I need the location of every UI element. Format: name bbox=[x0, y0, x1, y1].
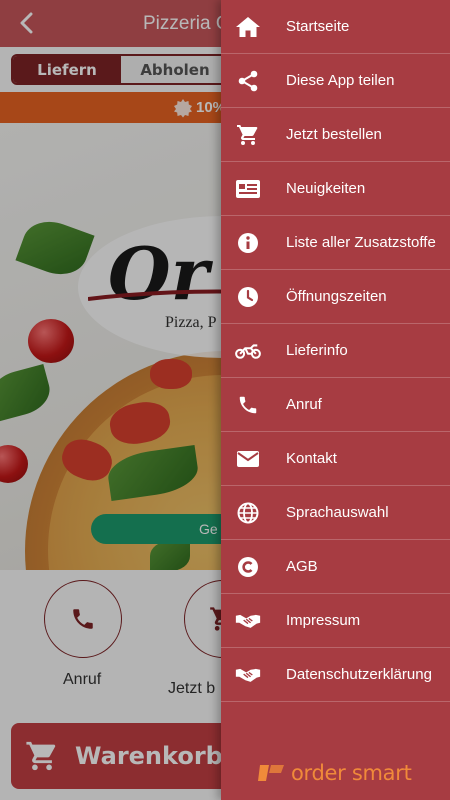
menu-item-additives[interactable]: Liste aller Zusatzstoffe bbox=[221, 216, 450, 270]
menu-item-label: Lieferinfo bbox=[286, 342, 348, 359]
handshake-icon bbox=[235, 609, 261, 633]
menu-item-privacy[interactable]: Datenschutzerklärung bbox=[221, 648, 450, 702]
menu-item-call[interactable]: Anruf bbox=[221, 378, 450, 432]
menu-item-label: AGB bbox=[286, 558, 318, 575]
handshake-icon bbox=[235, 663, 261, 687]
motorcycle-icon bbox=[235, 339, 261, 363]
globe-icon bbox=[235, 501, 261, 525]
menu-item-label: Jetzt bestellen bbox=[286, 126, 382, 143]
info-icon bbox=[235, 231, 261, 255]
menu-item-label: Impressum bbox=[286, 612, 361, 629]
order-smart-logo-icon bbox=[258, 765, 284, 781]
brand-name: order smart bbox=[291, 761, 412, 785]
menu-item-news[interactable]: Neuigkeiten bbox=[221, 162, 450, 216]
menu-item-label: Liste aller Zusatzstoffe bbox=[286, 234, 436, 251]
menu-item-imprint[interactable]: Impressum bbox=[221, 594, 450, 648]
menu-item-order[interactable]: Jetzt bestellen bbox=[221, 108, 450, 162]
menu-item-delivery-info[interactable]: Lieferinfo bbox=[221, 324, 450, 378]
menu-item-share[interactable]: Diese App teilen bbox=[221, 54, 450, 108]
menu-item-label: Datenschutzerklärung bbox=[286, 666, 432, 683]
menu-item-terms[interactable]: AGB bbox=[221, 540, 450, 594]
menu-item-label: Sprachauswahl bbox=[286, 504, 389, 521]
clock-icon bbox=[235, 285, 261, 309]
menu-item-label: Startseite bbox=[286, 18, 350, 35]
brand-footer: order smart bbox=[257, 758, 412, 788]
share-icon bbox=[235, 69, 261, 93]
navigation-drawer: Startseite Diese App teilen Jetzt bestel… bbox=[221, 0, 450, 800]
menu-item-language[interactable]: Sprachauswahl bbox=[221, 486, 450, 540]
envelope-icon bbox=[235, 447, 261, 471]
cart-icon bbox=[235, 123, 261, 147]
menu-item-label: Diese App teilen bbox=[286, 72, 395, 89]
phone-icon bbox=[235, 393, 261, 417]
menu-item-label: Kontakt bbox=[286, 450, 337, 467]
menu-item-contact[interactable]: Kontakt bbox=[221, 432, 450, 486]
menu-item-home[interactable]: Startseite bbox=[221, 0, 450, 54]
menu-item-opening-hours[interactable]: Öffnungszeiten bbox=[221, 270, 450, 324]
menu-item-label: Öffnungszeiten bbox=[286, 288, 387, 305]
menu-item-label: Neuigkeiten bbox=[286, 180, 366, 197]
home-icon bbox=[235, 15, 261, 39]
menu-item-label: Anruf bbox=[286, 396, 322, 413]
copyright-icon bbox=[235, 555, 261, 579]
news-icon bbox=[235, 177, 261, 201]
